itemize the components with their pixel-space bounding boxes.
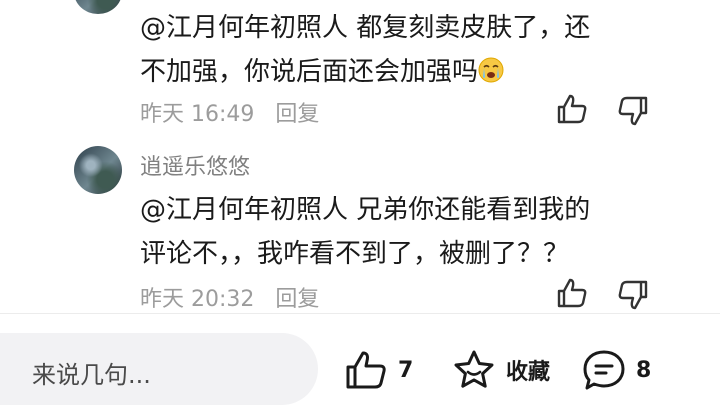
comment-text: @江月何年初照人 兄弟你还能看到我的 评论不，，我咋看不到了，被删了？？ <box>140 188 660 276</box>
like-button[interactable]: 7 <box>344 348 413 392</box>
avatar[interactable] <box>74 146 122 194</box>
comment-line: @江月何年初照人 都复刻卖皮肤了，还 <box>140 13 591 43</box>
reply-button[interactable]: 回复 <box>275 287 319 312</box>
comment-line: @江月何年初照人 兄弟你还能看到我的 <box>140 195 591 225</box>
thumb-up-icon <box>346 351 386 389</box>
divider <box>0 313 720 314</box>
like-count: 7 <box>398 357 414 383</box>
comment-bubble-icon <box>583 350 625 390</box>
thumb-up-icon[interactable] <box>555 276 589 310</box>
crying-face-emoji-icon <box>478 57 504 83</box>
thumb-down-icon[interactable] <box>616 278 650 312</box>
comment-time: 昨天 16:49 <box>140 102 255 127</box>
favorite-label: 收藏 <box>506 360 551 385</box>
favorite-button[interactable]: 收藏 <box>452 348 550 392</box>
comment-input[interactable]: 来说几句... <box>0 333 318 405</box>
username[interactable]: 逍遥乐悠悠 <box>140 149 250 181</box>
avatar[interactable] <box>74 0 122 14</box>
comment-time: 昨天 20:32 <box>140 287 255 312</box>
comment-text: @江月何年初照人 都复刻卖皮肤了，还 不加强，你说后面还会加强吗 <box>140 6 660 94</box>
comment-meta: 昨天 20:32 回复 <box>140 281 319 313</box>
thumb-up-icon[interactable] <box>555 92 589 126</box>
star-icon <box>454 350 494 388</box>
comment-line: 不加强，你说后面还会加强吗 <box>140 50 660 94</box>
comments-button[interactable]: 8 <box>582 348 651 392</box>
reply-button[interactable]: 回复 <box>275 102 319 127</box>
comment-count: 8 <box>636 357 652 383</box>
thumb-down-icon[interactable] <box>616 94 650 128</box>
comment-meta: 昨天 16:49 回复 <box>140 96 319 128</box>
comment-line: 评论不，，我咋看不到了，被删了？？ <box>140 239 570 269</box>
comment-input-placeholder: 来说几句... <box>32 361 151 389</box>
